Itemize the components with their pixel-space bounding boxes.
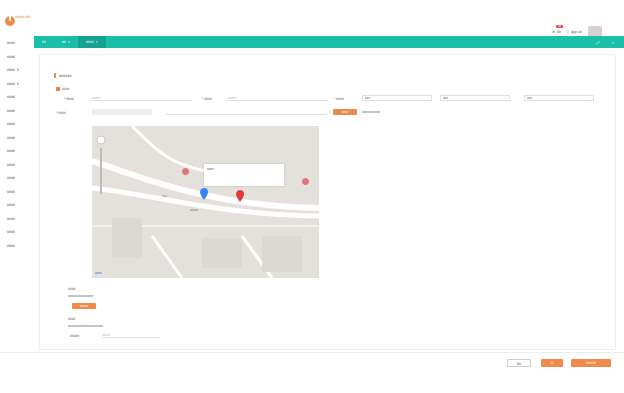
note-title: #### [68, 287, 76, 291]
map[interactable]: #### ### ##### #### [92, 126, 319, 278]
map-road-label: ##### [190, 208, 199, 212]
locate-hint: ########### [362, 110, 381, 114]
main-panel: ###### #### * #### ##### * #### ##### * … [39, 54, 616, 350]
close-icon[interactable]: × [96, 36, 98, 48]
district-select[interactable]: ### [524, 95, 594, 101]
sidebar: #### #### #### ▾ #### ▾ #### #### #### ###… [0, 37, 34, 277]
sidebar-item[interactable]: #### [0, 226, 34, 240]
province-select[interactable]: ### [362, 95, 432, 101]
app-download-button[interactable]: ▯ App ## [567, 30, 582, 34]
sidebar-item[interactable]: #### [0, 118, 34, 132]
cancel-button[interactable]: ## [507, 359, 531, 367]
checkbox-icon [56, 87, 60, 91]
address-input[interactable] [166, 109, 326, 115]
address-label: * #### [56, 111, 66, 115]
sidebar-item[interactable]: #### ▾ [0, 64, 34, 78]
expand-icon[interactable]: ⤢ [596, 40, 599, 45]
chevron-down-icon: ▾ [17, 81, 19, 86]
field2-label: * #### [202, 97, 212, 101]
sidebar-item[interactable]: #### [0, 51, 34, 65]
save-button[interactable]: ## [541, 359, 563, 367]
blue-marker-icon [200, 188, 208, 200]
phone-icon: ▯ [566, 30, 569, 34]
chevron-down-icon: ▾ [17, 68, 19, 72]
sidebar-item[interactable]: #### [0, 132, 34, 146]
address-prefix [92, 109, 152, 115]
region-label: * #### [334, 97, 344, 101]
tab-2[interactable]: ## × [54, 36, 78, 48]
section-marker [54, 73, 56, 78]
subsection-checkbox[interactable]: #### [56, 87, 70, 91]
sidebar-item[interactable]: #### [0, 199, 34, 213]
map-watermark: #### [95, 271, 102, 275]
red-marker-icon [236, 190, 244, 202]
sidebar-item[interactable]: #### [0, 159, 34, 173]
city-select[interactable]: ### [440, 95, 510, 101]
field1-input[interactable]: ##### [92, 95, 192, 101]
extra-text: ##################### [68, 324, 104, 328]
logo-text: ##### ### [15, 15, 31, 19]
sidebar-item[interactable]: #### [0, 37, 34, 51]
map-poi-icon [182, 168, 189, 175]
extra-title: #### [68, 317, 76, 321]
locate-button[interactable]: #### [333, 109, 357, 115]
map-canvas [92, 126, 319, 278]
app-download-label: App ## [570, 30, 582, 34]
note-button[interactable]: ##### [72, 303, 96, 309]
tab-3[interactable]: #### × [77, 36, 106, 48]
message-button[interactable]: ✉ ## ## [552, 25, 564, 34]
tab-bar: ## ## × #### × ⤢ × [34, 36, 624, 48]
tab-home[interactable]: ## [34, 36, 54, 48]
mail-icon: ✉ [552, 30, 556, 34]
map-poi-icon [302, 178, 309, 185]
sidebar-item[interactable]: #### [0, 105, 34, 119]
field2-input[interactable]: ##### [228, 95, 328, 101]
close-icon[interactable]: × [612, 40, 614, 45]
sidebar-item[interactable]: #### [0, 186, 34, 200]
sidebar-item[interactable]: #### [0, 213, 34, 227]
submit-button[interactable]: ##### [571, 359, 611, 367]
note-text: ############### [68, 294, 94, 298]
sidebar-item[interactable]: #### [0, 145, 34, 159]
footer: ## ## ##### [0, 352, 624, 393]
message-badge: ## [556, 25, 564, 28]
extra-field-input[interactable]: ##### [102, 332, 160, 338]
field1-label: * #### [64, 97, 74, 101]
close-icon[interactable]: × [68, 36, 70, 48]
extra-field-label: ##### [70, 334, 80, 338]
section-title: ###### [54, 73, 72, 78]
tab-actions: ⤢ × [596, 36, 614, 48]
sidebar-item[interactable]: #### [0, 240, 34, 254]
map-popup: #### [204, 164, 284, 186]
top-bar: ##### ### ✉ ## ## ▯ App ## [0, 0, 624, 38]
message-label: ## [557, 30, 561, 34]
sidebar-item[interactable]: #### [0, 91, 34, 105]
sidebar-item[interactable]: #### [0, 172, 34, 186]
sidebar-item[interactable]: #### ▾ [0, 78, 34, 92]
